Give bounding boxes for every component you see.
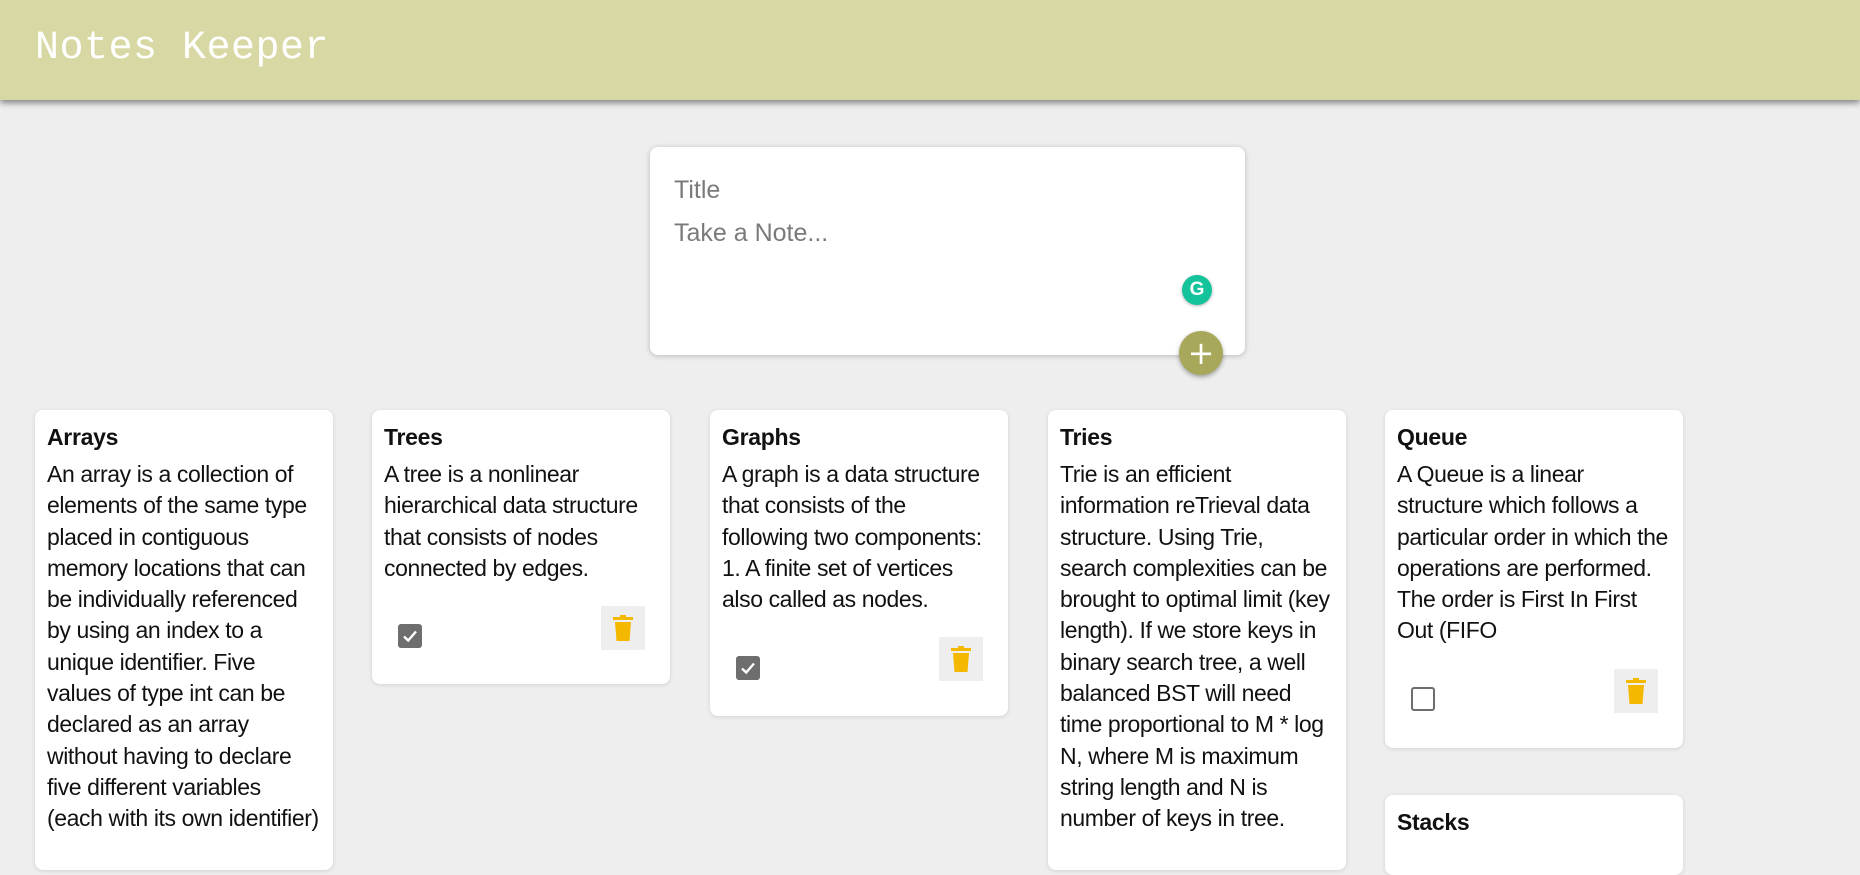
note-title: Tries	[1060, 424, 1113, 450]
note-card: Tries Trie is an efficient information r…	[1048, 410, 1346, 870]
trash-icon	[951, 646, 971, 672]
note-title: Queue	[1397, 424, 1468, 450]
note-input[interactable]	[674, 219, 1214, 319]
note-card: Trees A tree is a nonlinear hierarchical…	[372, 410, 670, 684]
checkmark-icon	[403, 630, 417, 643]
note-title: Stacks	[1397, 809, 1470, 835]
trash-icon	[1626, 678, 1646, 704]
note-done-checkbox[interactable]	[736, 656, 760, 680]
note-title: Trees	[384, 424, 443, 450]
note-card: Graphs A graph is a data structure that …	[710, 410, 1008, 716]
note-body: A Queue is a linear structure which foll…	[1397, 461, 1668, 644]
grammar-assistant-icon[interactable]: G	[1182, 275, 1212, 305]
note-body: A tree is a nonlinear hierarchical data …	[384, 461, 638, 581]
note-body: An array is a collection of elements of …	[47, 461, 319, 832]
checkmark-icon	[741, 662, 755, 675]
note-body: A graph is a data structure that consist…	[722, 461, 982, 613]
title-input[interactable]	[674, 173, 1214, 207]
note-body: Trie is an efficient information reTriev…	[1060, 461, 1330, 832]
note-card: Arrays An array is a collection of eleme…	[35, 410, 333, 870]
note-done-checkbox[interactable]	[398, 624, 422, 648]
app-header: Notes Keeper	[0, 0, 1860, 100]
note-title: Arrays	[47, 424, 119, 450]
add-note-button[interactable]: +	[1179, 331, 1223, 375]
trash-icon	[613, 615, 633, 641]
note-composer: G	[650, 147, 1245, 355]
note-title: Graphs	[722, 424, 801, 450]
note-card: Queue A Queue is a linear structure whic…	[1385, 410, 1683, 748]
delete-note-button[interactable]	[939, 637, 983, 681]
app-title: Notes Keeper	[35, 26, 330, 71]
delete-note-button[interactable]	[601, 606, 645, 650]
delete-note-button[interactable]	[1614, 669, 1658, 713]
note-card: Stacks	[1385, 795, 1683, 875]
note-done-checkbox[interactable]	[1411, 687, 1435, 711]
